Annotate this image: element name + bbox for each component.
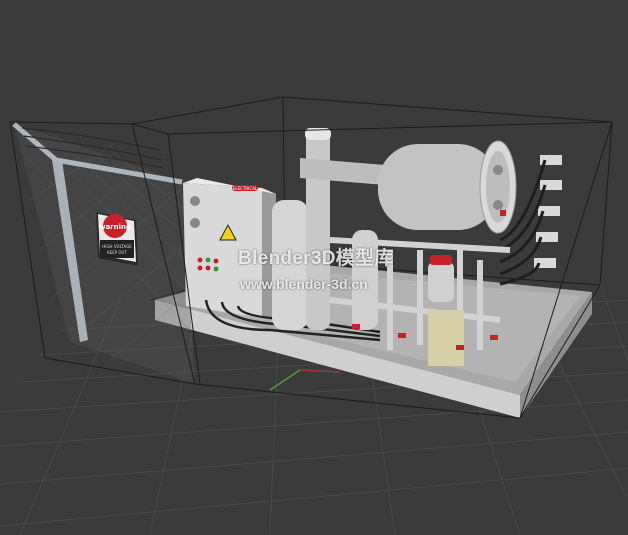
sign-heading: warning <box>99 223 131 231</box>
panel-label: ELECTRICAL <box>233 186 258 191</box>
control-box <box>428 310 464 366</box>
warning-sign: warning HIGH VOLTAGE KEEP OUT <box>96 212 138 266</box>
sign-body-line2: KEEP OUT <box>107 250 127 255</box>
watermark-url: www.blender-3d.cn <box>240 276 368 292</box>
red-valve-icon[interactable] <box>430 255 452 265</box>
gauge-icon <box>190 218 200 228</box>
axis-x-line <box>299 369 341 373</box>
3d-viewport[interactable]: warning HIGH VOLTAGE KEEP OUT ELECTRICAL <box>0 0 628 535</box>
heat-exchanger-drum <box>378 140 517 234</box>
gauge-icon <box>190 196 200 206</box>
axis-y-line <box>269 369 301 391</box>
sign-body-line1: HIGH VOLTAGE <box>102 244 132 249</box>
watermark-title: Blender3D模型库 <box>238 248 394 269</box>
right-side-fittings <box>534 155 562 268</box>
